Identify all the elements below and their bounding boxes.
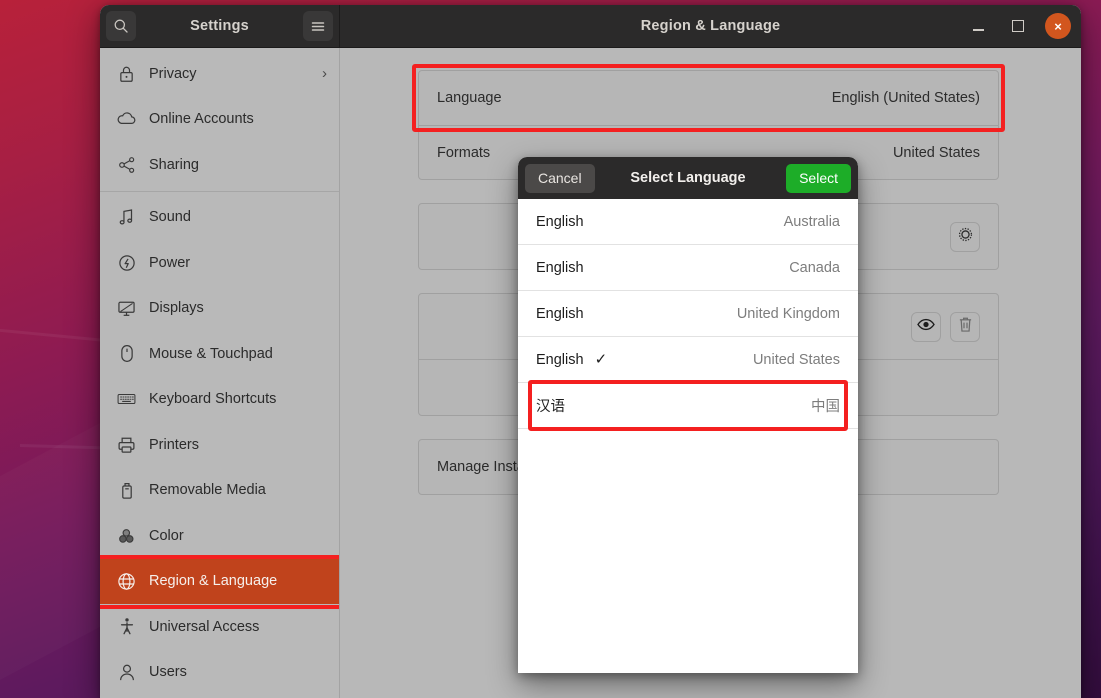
input-sources-row-actions	[950, 222, 980, 252]
accessibility-icon	[117, 617, 136, 636]
cancel-button[interactable]: Cancel	[525, 164, 595, 193]
sidebar-item-label: Printers	[149, 437, 327, 453]
user-icon	[117, 663, 136, 682]
sidebar-separator	[100, 191, 339, 192]
language-option-name: English	[536, 260, 584, 276]
language-option-name: English	[536, 306, 584, 322]
select-language-dialog: Cancel Select Language Select English Aus…	[518, 157, 858, 673]
keyboard-icon	[117, 390, 136, 409]
language-row[interactable]: Language English (United States)	[419, 71, 998, 125]
language-option-united-states[interactable]: English ✓ United States	[518, 337, 858, 383]
titlebar-content-section: Region & Language ×	[340, 5, 1081, 47]
sidebar-item-label: Users	[149, 664, 327, 680]
search-icon	[113, 18, 129, 34]
sidebar-item-label: Power	[149, 255, 327, 271]
maximize-button[interactable]	[1005, 13, 1031, 39]
select-button[interactable]: Select	[786, 164, 851, 193]
language-option-australia[interactable]: English Australia	[518, 199, 858, 245]
language-option-name-group: English ✓	[536, 352, 607, 368]
language-option-region: United Kingdom	[737, 306, 840, 322]
sidebar-item-online-accounts[interactable]: Online Accounts	[100, 97, 339, 143]
sidebar-item-label: Mouse & Touchpad	[149, 346, 327, 362]
language-option-name-group: English	[536, 214, 584, 230]
display-icon	[117, 299, 136, 318]
sidebar-item-label: Sound	[149, 209, 327, 225]
sidebar-item-keyboard-shortcuts[interactable]: Keyboard Shortcuts	[100, 377, 339, 423]
search-button[interactable]	[106, 11, 136, 41]
sidebar-item-privacy[interactable]: Privacy ›	[100, 51, 339, 97]
sidebar-item-sharing[interactable]: Sharing	[100, 142, 339, 188]
sidebar-item-label: Color	[149, 528, 327, 544]
sidebar-item-printers[interactable]: Printers	[100, 422, 339, 468]
language-option-region: 中国	[811, 395, 840, 416]
language-option-region: United States	[753, 352, 840, 368]
language-option-name: English	[536, 214, 584, 230]
titlebar-sidebar-section: Settings	[100, 5, 340, 47]
language-option-name: English	[536, 352, 584, 368]
power-bolt-icon	[117, 253, 136, 272]
globe-icon	[117, 572, 136, 591]
close-button[interactable]: ×	[1045, 13, 1071, 39]
lock-icon	[117, 64, 136, 83]
titlebar: Settings Region & Language	[100, 5, 1081, 48]
sidebar-item-label: Removable Media	[149, 482, 327, 498]
language-option-canada[interactable]: English Canada	[518, 245, 858, 291]
sidebar[interactable]: Privacy › Online Accounts Sharing Sound Power…	[100, 48, 340, 698]
language-option-name: 汉语	[536, 395, 565, 416]
sidebar-item-color[interactable]: Color	[100, 513, 339, 559]
input-source-options-button[interactable]	[950, 222, 980, 252]
sidebar-item-label: Universal Access	[149, 619, 327, 635]
gear-icon	[957, 226, 974, 247]
mouse-icon	[117, 344, 136, 363]
eye-icon	[917, 318, 935, 335]
language-option-united-kingdom[interactable]: English United Kingdom	[518, 291, 858, 337]
app-title: Settings	[190, 18, 249, 34]
language-option-name-group: English	[536, 260, 584, 276]
trash-icon	[958, 316, 973, 337]
language-option-region: Australia	[784, 214, 840, 230]
minimize-button[interactable]	[965, 13, 991, 39]
chevron-right-icon: ›	[322, 65, 327, 82]
language-option-name-group: 汉语	[536, 395, 565, 416]
sidebar-item-label: Displays	[149, 300, 327, 316]
sidebar-item-removable-media[interactable]: Removable Media	[100, 468, 339, 514]
menu-button[interactable]	[303, 11, 333, 41]
window-controls: ×	[965, 13, 1071, 39]
sidebar-item-power[interactable]: Power	[100, 240, 339, 286]
cloud-icon	[117, 110, 136, 129]
sidebar-item-label: Region & Language	[149, 573, 327, 589]
sidebar-item-label: Sharing	[149, 157, 327, 173]
check-icon: ✓	[595, 352, 608, 367]
sidebar-item-mouse-touchpad[interactable]: Mouse & Touchpad	[100, 331, 339, 377]
sidebar-item-sound[interactable]: Sound	[100, 195, 339, 241]
sidebar-item-universal-access[interactable]: Universal Access	[100, 604, 339, 650]
desktop-background: Settings Region & Language	[0, 0, 1101, 698]
language-option-chinese[interactable]: 汉语 中国	[518, 383, 858, 429]
settings-window: Settings Region & Language	[100, 5, 1081, 698]
sidebar-item-users[interactable]: Users	[100, 650, 339, 696]
dialog-header: Cancel Select Language Select	[518, 157, 858, 199]
share-icon	[117, 155, 136, 174]
show-keyboard-layout-button[interactable]	[911, 312, 941, 342]
formats-row-value: United States	[893, 145, 980, 161]
language-list[interactable]: English Australia English Canada English Unit…	[518, 199, 858, 673]
music-note-icon	[117, 208, 136, 227]
usb-drive-icon	[117, 481, 136, 500]
sidebar-item-label: Keyboard Shortcuts	[149, 391, 327, 407]
language-option-region: Canada	[789, 260, 840, 276]
sidebar-item-displays[interactable]: Displays	[100, 286, 339, 332]
color-icon	[117, 526, 136, 545]
input-source-actions	[911, 312, 980, 342]
sidebar-item-label: Online Accounts	[149, 111, 327, 127]
sidebar-item-label: Privacy	[149, 66, 309, 82]
language-row-label: Language	[437, 90, 502, 106]
formats-row-label: Formats	[437, 145, 490, 161]
language-row-value: English (United States)	[832, 90, 980, 106]
printer-icon	[117, 435, 136, 454]
sidebar-item-region-language[interactable]: Region & Language	[100, 559, 339, 605]
remove-input-source-button[interactable]	[950, 312, 980, 342]
language-option-name-group: English	[536, 306, 584, 322]
hamburger-menu-icon	[310, 19, 326, 33]
